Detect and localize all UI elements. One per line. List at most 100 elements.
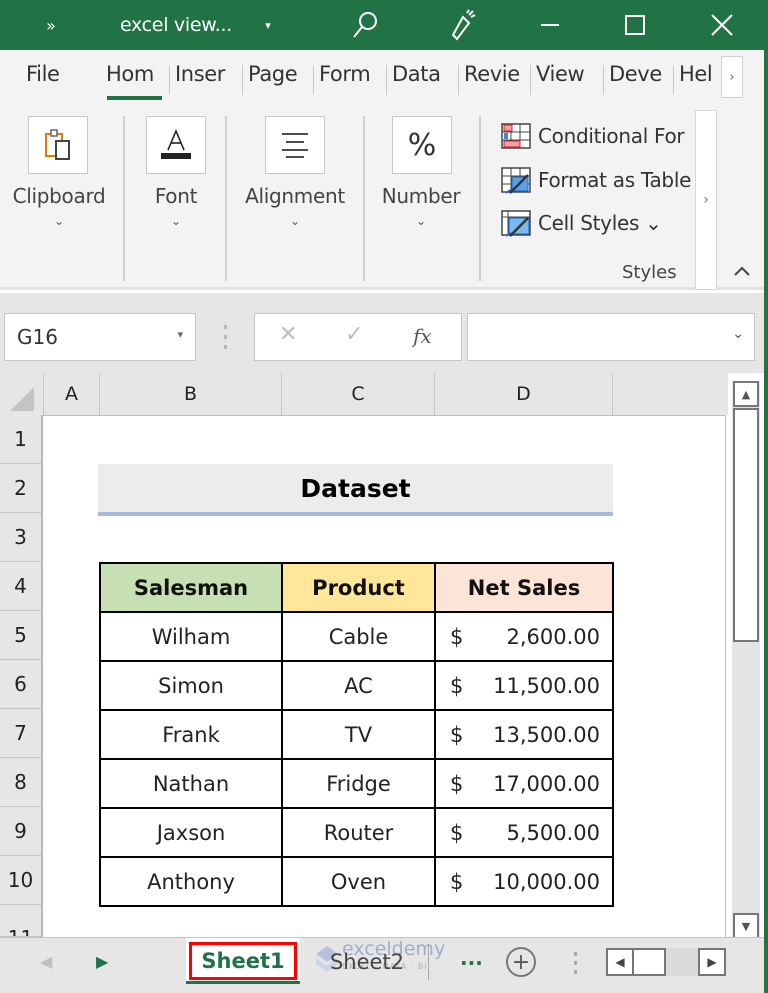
alignment-button[interactable] xyxy=(265,116,325,174)
formula-bar-area: G16 ▾ ✕ ✓ fx ⌄ xyxy=(0,293,768,373)
ribbon-scroll-right-button[interactable]: › xyxy=(695,110,717,290)
alignment-group[interactable]: Alignment ⌄ xyxy=(228,106,362,286)
cell-net-sales[interactable]: $10,000.00 xyxy=(434,856,614,907)
conditional-formatting-button[interactable]: Conditional For xyxy=(500,120,685,152)
more-sheets-button[interactable]: ... xyxy=(460,946,483,970)
cell-product[interactable]: Cable xyxy=(281,611,436,662)
clipboard-button[interactable] xyxy=(28,116,88,174)
cell-product[interactable]: Fridge xyxy=(281,758,436,809)
formula-input[interactable]: ⌄ xyxy=(467,313,755,361)
search-button[interactable] xyxy=(345,0,385,50)
row-header[interactable]: 1 xyxy=(0,415,41,464)
table-row: Jaxson Router $5,500.00 xyxy=(99,807,614,858)
horizontal-scroll-track[interactable] xyxy=(666,948,698,976)
tab-formulas[interactable]: Form xyxy=(313,62,386,98)
column-header-c[interactable]: C xyxy=(281,373,434,415)
insert-function-button[interactable]: fx xyxy=(413,324,432,348)
new-sheet-button[interactable]: + xyxy=(506,947,536,977)
minimize-button[interactable] xyxy=(530,0,570,50)
cell-net-sales[interactable]: $17,000.00 xyxy=(434,758,614,809)
cell-product[interactable]: Oven xyxy=(281,856,436,907)
row-header[interactable]: 2 xyxy=(0,464,41,513)
cell-product[interactable]: TV xyxy=(281,709,436,760)
scroll-right-button[interactable]: ▶ xyxy=(698,948,726,976)
header-product[interactable]: Product xyxy=(281,562,436,613)
format-as-table-button[interactable]: Format as Table xyxy=(500,164,691,196)
coauthoring-button[interactable] xyxy=(442,0,482,50)
row-header[interactable]: 11 xyxy=(0,905,41,937)
row-header[interactable]: 5 xyxy=(0,611,41,660)
tab-insert[interactable]: Inser xyxy=(169,62,241,98)
number-button[interactable]: % xyxy=(392,116,452,174)
cell-net-sales[interactable]: $13,500.00 xyxy=(434,709,614,760)
column-header-b[interactable]: B xyxy=(99,373,281,415)
column-header-a[interactable]: A xyxy=(43,373,99,415)
collapse-ribbon-button[interactable] xyxy=(728,262,756,286)
cell-net-sales[interactable]: $11,500.00 xyxy=(434,660,614,711)
tab-developer[interactable]: Deve xyxy=(603,62,673,98)
cell-product[interactable]: AC xyxy=(281,660,436,711)
header-net-sales[interactable]: Net Sales xyxy=(434,562,614,613)
cell-salesman[interactable]: Frank xyxy=(99,709,283,760)
conditional-formatting-label: Conditional For xyxy=(538,124,685,148)
tab-home[interactable]: Hom xyxy=(100,62,168,98)
next-sheet-button[interactable]: ▶ xyxy=(96,952,108,971)
row-header[interactable]: 7 xyxy=(0,709,41,758)
dataset-title-cell[interactable]: Dataset xyxy=(98,464,613,516)
font-group[interactable]: Font ⌄ xyxy=(126,106,226,286)
name-box-dropdown-icon[interactable]: ▾ xyxy=(177,328,183,341)
previous-sheet-button[interactable]: ◀ xyxy=(40,952,52,971)
title-dropdown-button[interactable]: ▾ xyxy=(258,0,278,50)
name-box[interactable]: G16 ▾ xyxy=(4,313,196,361)
maximize-button[interactable] xyxy=(615,0,655,50)
cell-product[interactable]: Router xyxy=(281,807,436,858)
cell-net-sales[interactable]: $5,500.00 xyxy=(434,807,614,858)
group-divider xyxy=(123,116,125,281)
close-button[interactable] xyxy=(700,0,744,50)
cell-salesman[interactable]: Wilham xyxy=(99,611,283,662)
expand-formula-bar-icon[interactable]: ⌄ xyxy=(732,326,744,342)
cell-salesman[interactable]: Nathan xyxy=(99,758,283,809)
column-header-e[interactable] xyxy=(612,373,728,415)
horizontal-scroll-thumb[interactable] xyxy=(634,948,666,976)
tabs-scroll-right-button[interactable]: › xyxy=(721,56,743,98)
row-header[interactable]: 4 xyxy=(0,562,41,611)
currency-symbol: $ xyxy=(450,869,464,894)
clipboard-group[interactable]: Clipboard ⌄ xyxy=(0,106,118,286)
tab-file[interactable]: File xyxy=(20,62,70,98)
cell-salesman[interactable]: Anthony xyxy=(99,856,283,907)
tab-review[interactable]: Revie xyxy=(458,62,530,98)
cell-salesman[interactable]: Simon xyxy=(99,660,283,711)
header-salesman[interactable]: Salesman xyxy=(99,562,283,613)
cell-net-sales[interactable]: $2,600.00 xyxy=(434,611,614,662)
sheet-tab-sheet2[interactable]: Sheet2 xyxy=(312,946,422,978)
tab-split-handle[interactable] xyxy=(574,952,578,974)
formula-bar-resize-handle[interactable] xyxy=(222,325,228,349)
tab-data[interactable]: Data xyxy=(386,62,458,98)
scroll-left-button[interactable]: ◀ xyxy=(606,948,634,976)
select-all-button[interactable] xyxy=(10,387,34,411)
scroll-up-button[interactable]: ▲ xyxy=(733,381,759,407)
enter-formula-button[interactable]: ✓ xyxy=(345,322,363,347)
row-header[interactable]: 10 xyxy=(0,856,41,905)
row-header[interactable]: 6 xyxy=(0,660,41,709)
row-header[interactable]: 9 xyxy=(0,807,41,856)
vertical-scroll-thumb[interactable] xyxy=(733,408,759,642)
cancel-formula-button[interactable]: ✕ xyxy=(279,322,297,347)
column-header-d[interactable]: D xyxy=(434,373,612,415)
cell-styles-button[interactable]: Cell Styles ⌄ xyxy=(500,207,662,239)
tab-label: File xyxy=(26,62,60,86)
quick-access-more-button[interactable]: » xyxy=(36,0,66,50)
sheet-tab-sheet1[interactable]: Sheet1 xyxy=(186,938,300,984)
row-header[interactable]: 3 xyxy=(0,513,41,562)
vertical-scrollbar[interactable]: ▲ ▼ xyxy=(732,381,760,939)
tab-view[interactable]: View xyxy=(530,62,601,98)
scroll-down-button[interactable]: ▼ xyxy=(733,913,759,939)
row-header[interactable]: 8 xyxy=(0,758,41,807)
number-group[interactable]: % Number ⌄ xyxy=(366,106,476,286)
tab-page-layout[interactable]: Page xyxy=(242,62,314,98)
highlight-box: Sheet1 xyxy=(189,942,297,980)
font-button[interactable] xyxy=(146,116,206,174)
tab-help[interactable]: Hel xyxy=(673,62,721,98)
cell-salesman[interactable]: Jaxson xyxy=(99,807,283,858)
